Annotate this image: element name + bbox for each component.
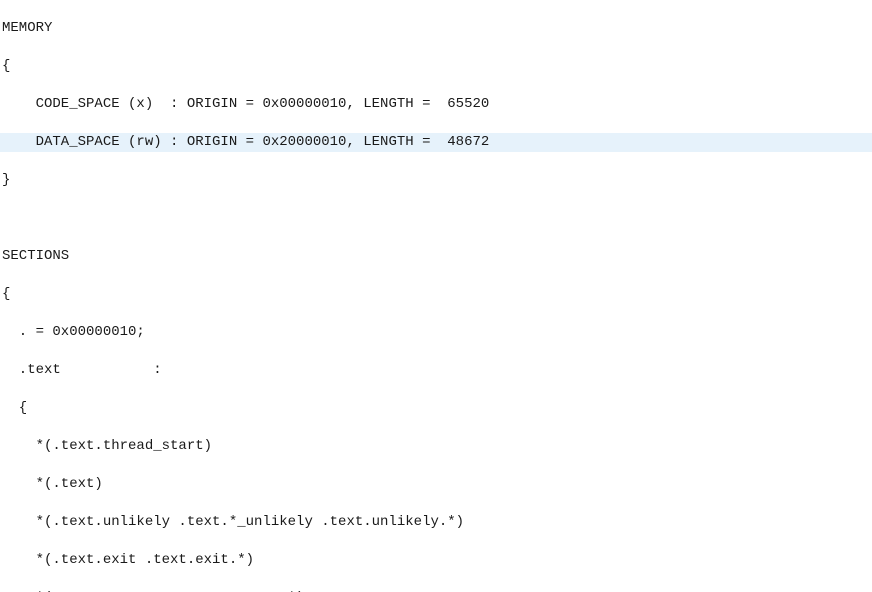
code-line: MEMORY [0, 19, 872, 38]
code-line: { [0, 57, 872, 76]
code-line: . = 0x00000010; [0, 323, 872, 342]
code-line-highlighted: DATA_SPACE (rw) : ORIGIN = 0x20000010, L… [0, 133, 872, 152]
code-line: .text : [0, 361, 872, 380]
code-line: { [0, 399, 872, 418]
code-line: { [0, 285, 872, 304]
code-line: } [0, 171, 872, 190]
code-line: *(.text.unlikely .text.*_unlikely .text.… [0, 513, 872, 532]
linker-script-source: MEMORY { CODE_SPACE (x) : ORIGIN = 0x000… [0, 0, 872, 592]
code-line: SECTIONS [0, 247, 872, 266]
code-line: *(.text.exit .text.exit.*) [0, 551, 872, 570]
code-line: *(.text.thread_start) [0, 437, 872, 456]
code-line: CODE_SPACE (x) : ORIGIN = 0x00000010, LE… [0, 95, 872, 114]
code-line: *(.text) [0, 475, 872, 494]
